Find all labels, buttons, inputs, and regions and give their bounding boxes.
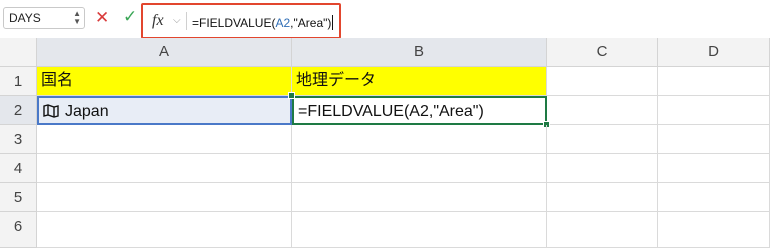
selection-handle-top-left[interactable] <box>288 92 295 99</box>
cell-d2[interactable] <box>658 96 770 125</box>
name-box-value: DAYS <box>9 11 41 25</box>
cell-a1[interactable]: 国名 <box>37 67 292 96</box>
column-header-c[interactable]: C <box>547 38 658 67</box>
cell-c3[interactable] <box>547 125 658 154</box>
row-header-2[interactable]: 2 <box>0 96 37 125</box>
name-box-dropdown-icon[interactable]: ▲ ▼ <box>73 10 81 26</box>
cell-d6[interactable] <box>658 212 770 248</box>
cell-d3[interactable] <box>658 125 770 154</box>
row-header-4[interactable]: 4 <box>0 154 37 183</box>
cell-b2[interactable]: =FIELDVALUE(A2,"Area") <box>292 96 547 125</box>
cell-c6[interactable] <box>547 212 658 248</box>
cell-a4[interactable] <box>37 154 292 183</box>
cell-b3[interactable] <box>292 125 547 154</box>
cell-d5[interactable] <box>658 183 770 212</box>
insert-function-button[interactable]: fx <box>152 12 164 30</box>
formula-text-start: =FIELDVALUE( <box>192 16 276 30</box>
text-cursor <box>332 15 334 30</box>
column-header-d[interactable]: D <box>658 38 770 67</box>
cell-a2-value: Japan <box>65 103 109 120</box>
formula-bar-area: DAYS ▲ ▼ ✕ ✓ fx ⌵ =FIELDVALUE(A2,"Area") <box>0 0 770 39</box>
formula-highlight-box: fx ⌵ =FIELDVALUE(A2,"Area") <box>141 3 341 39</box>
chevron-down-icon[interactable]: ⌵ <box>173 15 181 26</box>
column-header-b[interactable]: B <box>292 38 547 67</box>
formula-cell-reference: A2 <box>275 16 291 30</box>
cell-a2[interactable]: Japan <box>37 96 292 125</box>
row-header-6[interactable]: 6 <box>0 212 37 248</box>
row-header-3[interactable]: 3 <box>0 125 37 154</box>
cell-c5[interactable] <box>547 183 658 212</box>
map-icon[interactable] <box>43 100 59 128</box>
formula-input[interactable]: =FIELDVALUE(A2,"Area") <box>192 15 334 30</box>
cell-d4[interactable] <box>658 154 770 183</box>
name-box[interactable]: DAYS ▲ ▼ <box>3 7 85 29</box>
cell-d1[interactable] <box>658 67 770 96</box>
cell-c1[interactable] <box>547 67 658 96</box>
cell-b1[interactable]: 地理データ <box>292 67 547 96</box>
cell-a5[interactable] <box>37 183 292 212</box>
cell-a3[interactable] <box>37 125 292 154</box>
cell-c2[interactable] <box>547 96 658 125</box>
row-header-1[interactable]: 1 <box>0 67 37 96</box>
cell-b5[interactable] <box>292 183 547 212</box>
cell-b4[interactable] <box>292 154 547 183</box>
row-header-5[interactable]: 5 <box>0 183 37 212</box>
select-all-corner[interactable] <box>0 38 37 67</box>
cell-a6[interactable] <box>37 212 292 248</box>
cell-c4[interactable] <box>547 154 658 183</box>
separator <box>186 12 187 30</box>
checkmark-icon[interactable]: ✓ <box>123 6 137 28</box>
spreadsheet-grid: A B C D 1 2 3 4 5 6 国名 地理データ Japan =FIEL… <box>0 38 770 248</box>
column-header-a[interactable]: A <box>37 38 292 67</box>
cell-b6[interactable] <box>292 212 547 248</box>
cross-icon[interactable]: ✕ <box>95 8 109 28</box>
formula-text-end: ,"Area") <box>290 16 332 30</box>
